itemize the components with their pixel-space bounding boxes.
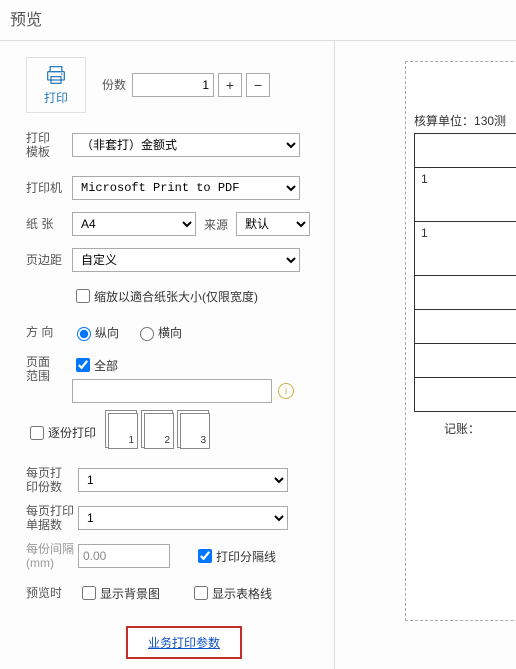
printer-label: 打印机	[26, 181, 72, 195]
total-label-cell: 合 计	[415, 378, 516, 412]
preview-table: 摘 1 1 合 计 伍拾仟	[414, 133, 516, 412]
orientation-landscape[interactable]: 横向	[135, 324, 182, 341]
per-page-copies-select[interactable]: 1	[78, 468, 288, 492]
print-preview-area: 核算单位：130测 摘 1 1 合 计 伍拾仟 记账：	[335, 41, 516, 621]
orientation-portrait[interactable]: 纵向	[72, 324, 119, 341]
collate-checkbox[interactable]	[30, 426, 44, 440]
print-button-label: 打印	[44, 89, 68, 106]
copies-input[interactable]	[132, 73, 214, 97]
page-range-label: 页面 范围	[26, 355, 72, 383]
print-button[interactable]: 打印	[26, 57, 86, 113]
orientation-label: 方 向	[26, 325, 72, 339]
show-grid-label: 显示表格线	[212, 585, 272, 602]
per-page-sheets-select[interactable]: 1	[78, 506, 288, 530]
paper-size-select[interactable]: A4	[72, 212, 196, 236]
spacing-label: 每份间隔 (mm)	[26, 542, 78, 570]
template-label: 打印 模板	[26, 131, 72, 159]
copies-decrease-button[interactable]: −	[246, 73, 270, 97]
per-page-copies-label: 每页打 印份数	[26, 466, 78, 494]
template-select[interactable]: （非套打）金额式	[72, 133, 300, 157]
scale-to-fit-checkbox[interactable]	[76, 289, 90, 303]
copies-label: 份数	[102, 78, 132, 92]
printer-select[interactable]: Microsoft Print to PDF	[72, 176, 300, 200]
show-bg-checkbox[interactable]	[82, 586, 96, 600]
separator-line-label: 打印分隔线	[216, 548, 276, 565]
window-title: 预览	[0, 0, 516, 41]
collate-label: 逐份打印	[48, 424, 96, 441]
per-page-sheets-label: 每页打印 单据数	[26, 504, 78, 532]
table-cell: 1	[415, 168, 516, 222]
separator-line-checkbox[interactable]	[198, 549, 212, 563]
paper-label: 纸 张	[26, 217, 72, 231]
col-summary-header: 摘	[415, 134, 516, 168]
paper-source-label: 来源	[204, 216, 232, 233]
spacing-input	[78, 544, 170, 568]
table-cell: 1	[415, 222, 516, 276]
show-bg-label: 显示背景图	[100, 585, 160, 602]
paper-source-select[interactable]: 默认	[236, 212, 310, 236]
page-range-all-checkbox[interactable]	[76, 358, 90, 372]
doc-unit-value: 130测	[474, 114, 506, 128]
margin-select[interactable]: 自定义	[72, 248, 300, 272]
preview-document: 核算单位：130测 摘 1 1 合 计 伍拾仟 记账：	[405, 61, 516, 621]
info-icon[interactable]: i	[278, 383, 294, 399]
page-range-all-label: 全部	[94, 357, 118, 374]
doc-footer: 记账：	[414, 420, 516, 437]
business-print-params-button[interactable]: 业务打印参数	[126, 626, 242, 659]
preview-opts-label: 预览时	[26, 586, 78, 600]
doc-unit-prefix: 核算单位：	[414, 114, 474, 128]
scale-to-fit-label: 缩放以適合纸张大小(仅限宽度)	[94, 288, 258, 305]
page-range-input[interactable]	[72, 379, 272, 403]
printer-icon	[43, 65, 69, 85]
margin-label: 页边距	[26, 253, 72, 267]
show-grid-checkbox[interactable]	[194, 586, 208, 600]
copies-increase-button[interactable]: +	[218, 73, 242, 97]
print-settings-panel: 打印 份数 + − 打印 模板 （非套打）金额式 打印机 Microsoft P…	[0, 41, 335, 669]
